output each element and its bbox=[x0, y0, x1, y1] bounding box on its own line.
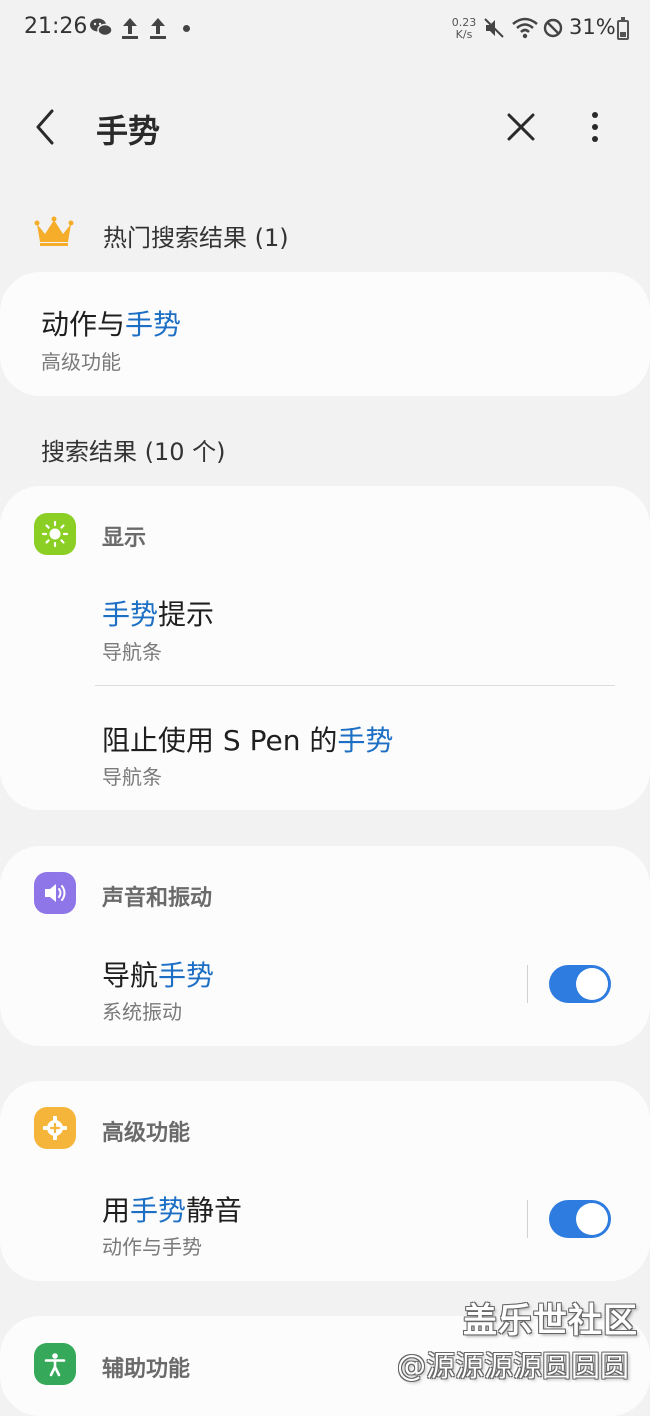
result-title-highlight: 手势 bbox=[102, 598, 159, 631]
wifi-icon bbox=[511, 16, 539, 40]
upload-icon bbox=[120, 16, 142, 40]
gear-plus-icon bbox=[34, 1107, 76, 1149]
battery-percent: 31% bbox=[569, 15, 616, 39]
net-speed-unit: K/s bbox=[455, 28, 473, 41]
search-results-title: 搜索结果 (10 个) bbox=[41, 438, 226, 466]
battery-icon bbox=[617, 17, 629, 40]
net-speed: 0.23 K/s bbox=[450, 17, 478, 41]
toggle-separator bbox=[527, 965, 528, 1003]
result-title-highlight: 手势 bbox=[130, 1194, 187, 1227]
back-button[interactable] bbox=[26, 105, 66, 149]
toggle-separator bbox=[527, 1200, 528, 1238]
result-item-subtitle: 系统振动 bbox=[102, 1000, 182, 1024]
result-item-navigation-gesture[interactable]: 导航手势 bbox=[102, 954, 214, 994]
wechat-icon bbox=[89, 16, 113, 40]
accessibility-icon bbox=[34, 1343, 76, 1385]
result-item-mute-gesture[interactable]: 用手势静音 bbox=[102, 1189, 242, 1229]
result-item-subtitle: 导航条 bbox=[102, 640, 162, 664]
watermark-author: @源源源源圆圆圆 bbox=[397, 1349, 630, 1383]
result-title-highlight: 手势 bbox=[158, 959, 215, 992]
more-options-button[interactable] bbox=[576, 106, 614, 148]
result-title-text: 静音 bbox=[186, 1194, 243, 1227]
category-label-advanced: 高级功能 bbox=[102, 1121, 191, 1146]
result-title-highlight: 手势 bbox=[337, 724, 394, 757]
result-title-text: 用 bbox=[102, 1194, 131, 1227]
hot-result-title[interactable]: 动作与手势 bbox=[41, 303, 181, 343]
hot-result-subtitle: 高级功能 bbox=[41, 350, 121, 374]
close-button[interactable] bbox=[500, 106, 542, 148]
dot-icon bbox=[183, 25, 190, 32]
result-item-subtitle: 动作与手势 bbox=[102, 1235, 202, 1259]
toggle-knob bbox=[576, 1203, 608, 1235]
dnd-icon bbox=[542, 16, 564, 40]
result-title-text: 提示 bbox=[158, 598, 215, 631]
page-title: 手势 bbox=[96, 112, 161, 150]
result-group-display bbox=[0, 486, 650, 810]
result-item-block-spen-gesture[interactable]: 阻止使用 S Pen 的手势 bbox=[102, 719, 393, 759]
result-group-advanced bbox=[0, 1081, 650, 1281]
category-label-accessibility: 辅助功能 bbox=[102, 1357, 191, 1382]
result-title-text: 导航 bbox=[102, 959, 159, 992]
status-bar: 21:26 0.23 K/s 31% bbox=[0, 0, 650, 60]
result-title-text: 阻止使用 S Pen 的 bbox=[102, 724, 338, 757]
back-icon bbox=[36, 109, 54, 145]
crown-icon bbox=[34, 214, 74, 248]
hot-result-title-text: 动作与 bbox=[41, 308, 126, 341]
upload-icon bbox=[148, 16, 170, 40]
status-time: 21:26 bbox=[24, 14, 88, 39]
watermark-community: 盖乐世社区 bbox=[463, 1301, 638, 1341]
mute-icon bbox=[483, 16, 505, 40]
result-item-gesture-hint[interactable]: 手势提示 bbox=[102, 593, 214, 633]
more-vert-icon bbox=[592, 112, 598, 142]
category-label-sound: 声音和振动 bbox=[102, 886, 213, 911]
mute-gesture-toggle[interactable] bbox=[549, 1200, 611, 1238]
close-icon bbox=[507, 113, 535, 141]
brightness-icon bbox=[34, 513, 76, 555]
navigation-gesture-toggle[interactable] bbox=[549, 965, 611, 1003]
divider bbox=[95, 685, 615, 686]
result-group-sound bbox=[0, 846, 650, 1046]
result-item-subtitle: 导航条 bbox=[102, 765, 162, 789]
category-label-display: 显示 bbox=[102, 526, 147, 551]
volume-icon bbox=[34, 872, 76, 914]
hot-results-title: 热门搜索结果 (1) bbox=[103, 224, 289, 252]
hot-result-title-highlight: 手势 bbox=[125, 308, 182, 341]
toggle-knob bbox=[576, 968, 608, 1000]
